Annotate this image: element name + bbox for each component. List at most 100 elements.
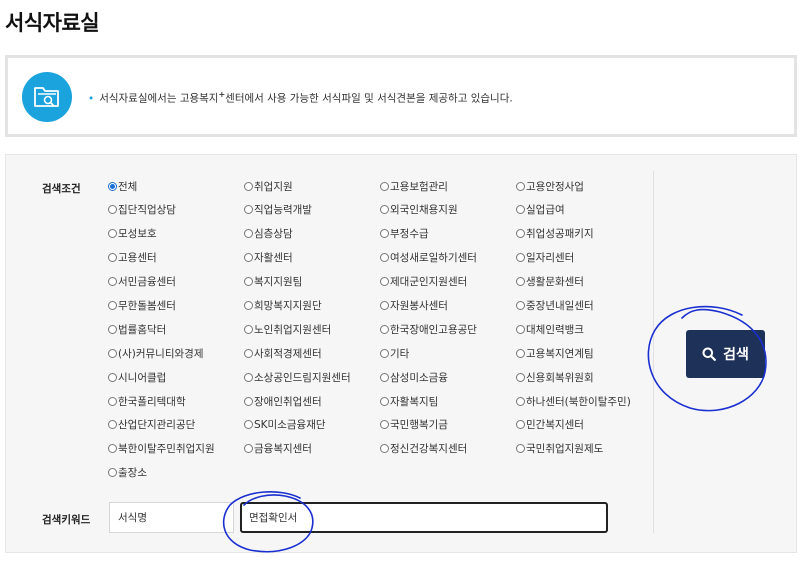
search-condition-option[interactable]: 법률홈닥터 xyxy=(108,320,244,338)
search-condition-option[interactable]: 자활복지팀 xyxy=(380,392,516,410)
radio-button[interactable] xyxy=(108,324,117,334)
search-condition-option[interactable]: 고용안정사업 xyxy=(516,177,653,195)
radio-button[interactable] xyxy=(244,444,253,454)
search-condition-option[interactable]: 희망복지지원단 xyxy=(244,296,380,314)
search-condition-option[interactable]: 국민취업지원제도 xyxy=(516,440,653,458)
radio-button[interactable] xyxy=(516,372,525,382)
radio-button[interactable] xyxy=(244,205,253,215)
radio-button[interactable] xyxy=(380,253,389,263)
radio-button[interactable] xyxy=(108,205,117,215)
radio-button[interactable] xyxy=(380,181,389,191)
radio-button[interactable] xyxy=(380,277,389,287)
search-condition-option[interactable]: 취업성공패키지 xyxy=(516,225,653,243)
search-condition-option[interactable]: 신용회복위원회 xyxy=(516,368,653,386)
search-condition-option[interactable]: 심층상담 xyxy=(244,225,380,243)
search-condition-option[interactable]: 제대군인지원센터 xyxy=(380,273,516,291)
search-condition-option[interactable]: 무한돌봄센터 xyxy=(108,296,244,314)
radio-button[interactable] xyxy=(244,348,253,358)
search-condition-option[interactable]: 서민금융센터 xyxy=(108,273,244,291)
radio-button[interactable] xyxy=(108,348,117,358)
radio-button[interactable] xyxy=(516,229,525,239)
search-condition-option[interactable]: 한국폴리텍대학 xyxy=(108,392,244,410)
radio-button[interactable] xyxy=(244,181,253,191)
radio-button[interactable] xyxy=(108,229,117,239)
radio-button[interactable] xyxy=(516,396,525,406)
radio-button[interactable] xyxy=(380,229,389,239)
radio-button[interactable] xyxy=(380,300,389,310)
radio-button[interactable] xyxy=(108,300,117,310)
radio-button[interactable] xyxy=(244,253,253,263)
radio-button[interactable] xyxy=(380,420,389,430)
radio-button[interactable] xyxy=(108,468,117,478)
search-condition-option[interactable]: 자활센터 xyxy=(244,249,380,267)
search-condition-option[interactable]: 실업급여 xyxy=(516,201,653,219)
radio-button[interactable] xyxy=(380,396,389,406)
radio-button[interactable] xyxy=(516,205,525,215)
search-condition-option[interactable]: 사회적경제센터 xyxy=(244,344,380,362)
search-condition-option[interactable]: SK미소금융재단 xyxy=(244,416,380,434)
search-condition-option[interactable]: 집단직업상담 xyxy=(108,201,244,219)
search-condition-option[interactable]: 출장소 xyxy=(108,464,244,482)
radio-button[interactable] xyxy=(516,420,525,430)
radio-button[interactable] xyxy=(108,277,117,287)
search-condition-option[interactable]: 금융복지센터 xyxy=(244,440,380,458)
search-condition-option[interactable]: 북한이탈주민취업지원 xyxy=(108,440,244,458)
search-condition-option[interactable]: 외국인채용지원 xyxy=(380,201,516,219)
radio-button[interactable] xyxy=(516,444,525,454)
radio-button[interactable] xyxy=(516,348,525,358)
search-condition-option[interactable]: 고용센터 xyxy=(108,249,244,267)
radio-button[interactable] xyxy=(380,348,389,358)
radio-button[interactable] xyxy=(516,253,525,263)
search-condition-option[interactable]: 삼성미소금융 xyxy=(380,368,516,386)
search-condition-option[interactable]: 고용복지연계팀 xyxy=(516,344,653,362)
radio-button[interactable] xyxy=(380,372,389,382)
search-condition-option[interactable]: 하나센터(북한이탈주민) xyxy=(516,392,653,410)
search-condition-option[interactable]: 정신건강복지센터 xyxy=(380,440,516,458)
radio-button[interactable] xyxy=(244,396,253,406)
radio-button[interactable] xyxy=(516,181,525,191)
search-condition-option[interactable]: 소상공인드림지원센터 xyxy=(244,368,380,386)
search-condition-option[interactable]: 고용보험관리 xyxy=(380,177,516,195)
search-condition-option[interactable]: 전체 xyxy=(108,177,244,195)
radio-button[interactable] xyxy=(108,181,117,191)
radio-button[interactable] xyxy=(516,324,525,334)
search-condition-option[interactable]: 국민행복기금 xyxy=(380,416,516,434)
keyword-type-select[interactable]: 서식명 xyxy=(109,502,234,533)
search-condition-option[interactable]: (사)커뮤니티와경제 xyxy=(108,344,244,362)
search-condition-option[interactable]: 시니어클럽 xyxy=(108,368,244,386)
search-condition-option[interactable]: 부정수급 xyxy=(380,225,516,243)
search-button[interactable]: 검색 xyxy=(686,330,765,378)
search-condition-option[interactable]: 일자리센터 xyxy=(516,249,653,267)
search-condition-option[interactable]: 민간복지센터 xyxy=(516,416,653,434)
radio-button[interactable] xyxy=(108,444,117,454)
search-condition-option[interactable]: 복지지원팀 xyxy=(244,273,380,291)
radio-button[interactable] xyxy=(244,229,253,239)
radio-button[interactable] xyxy=(380,324,389,334)
radio-button[interactable] xyxy=(108,420,117,430)
radio-button[interactable] xyxy=(108,396,117,406)
search-condition-option[interactable]: 여성새로일하기센터 xyxy=(380,249,516,267)
search-condition-option[interactable]: 모성보호 xyxy=(108,225,244,243)
keyword-input[interactable] xyxy=(240,502,608,533)
search-condition-option[interactable]: 중장년내일센터 xyxy=(516,296,653,314)
radio-button[interactable] xyxy=(516,277,525,287)
search-condition-option[interactable]: 노인취업지원센터 xyxy=(244,320,380,338)
radio-button[interactable] xyxy=(380,444,389,454)
radio-button[interactable] xyxy=(244,324,253,334)
radio-button[interactable] xyxy=(244,300,253,310)
search-condition-option[interactable]: 장애인취업센터 xyxy=(244,392,380,410)
search-condition-option[interactable]: 한국장애인고용공단 xyxy=(380,320,516,338)
search-condition-option[interactable]: 생활문화센터 xyxy=(516,273,653,291)
search-condition-option[interactable]: 자원봉사센터 xyxy=(380,296,516,314)
radio-button[interactable] xyxy=(108,372,117,382)
search-condition-option[interactable]: 산업단지관리공단 xyxy=(108,416,244,434)
search-condition-option[interactable]: 기타 xyxy=(380,344,516,362)
radio-button[interactable] xyxy=(244,372,253,382)
radio-button[interactable] xyxy=(516,300,525,310)
radio-button[interactable] xyxy=(244,420,253,430)
radio-button[interactable] xyxy=(380,205,389,215)
radio-button[interactable] xyxy=(108,253,117,263)
search-condition-option[interactable]: 직업능력개발 xyxy=(244,201,380,219)
search-condition-option[interactable]: 대체인력뱅크 xyxy=(516,320,653,338)
radio-button[interactable] xyxy=(244,277,253,287)
